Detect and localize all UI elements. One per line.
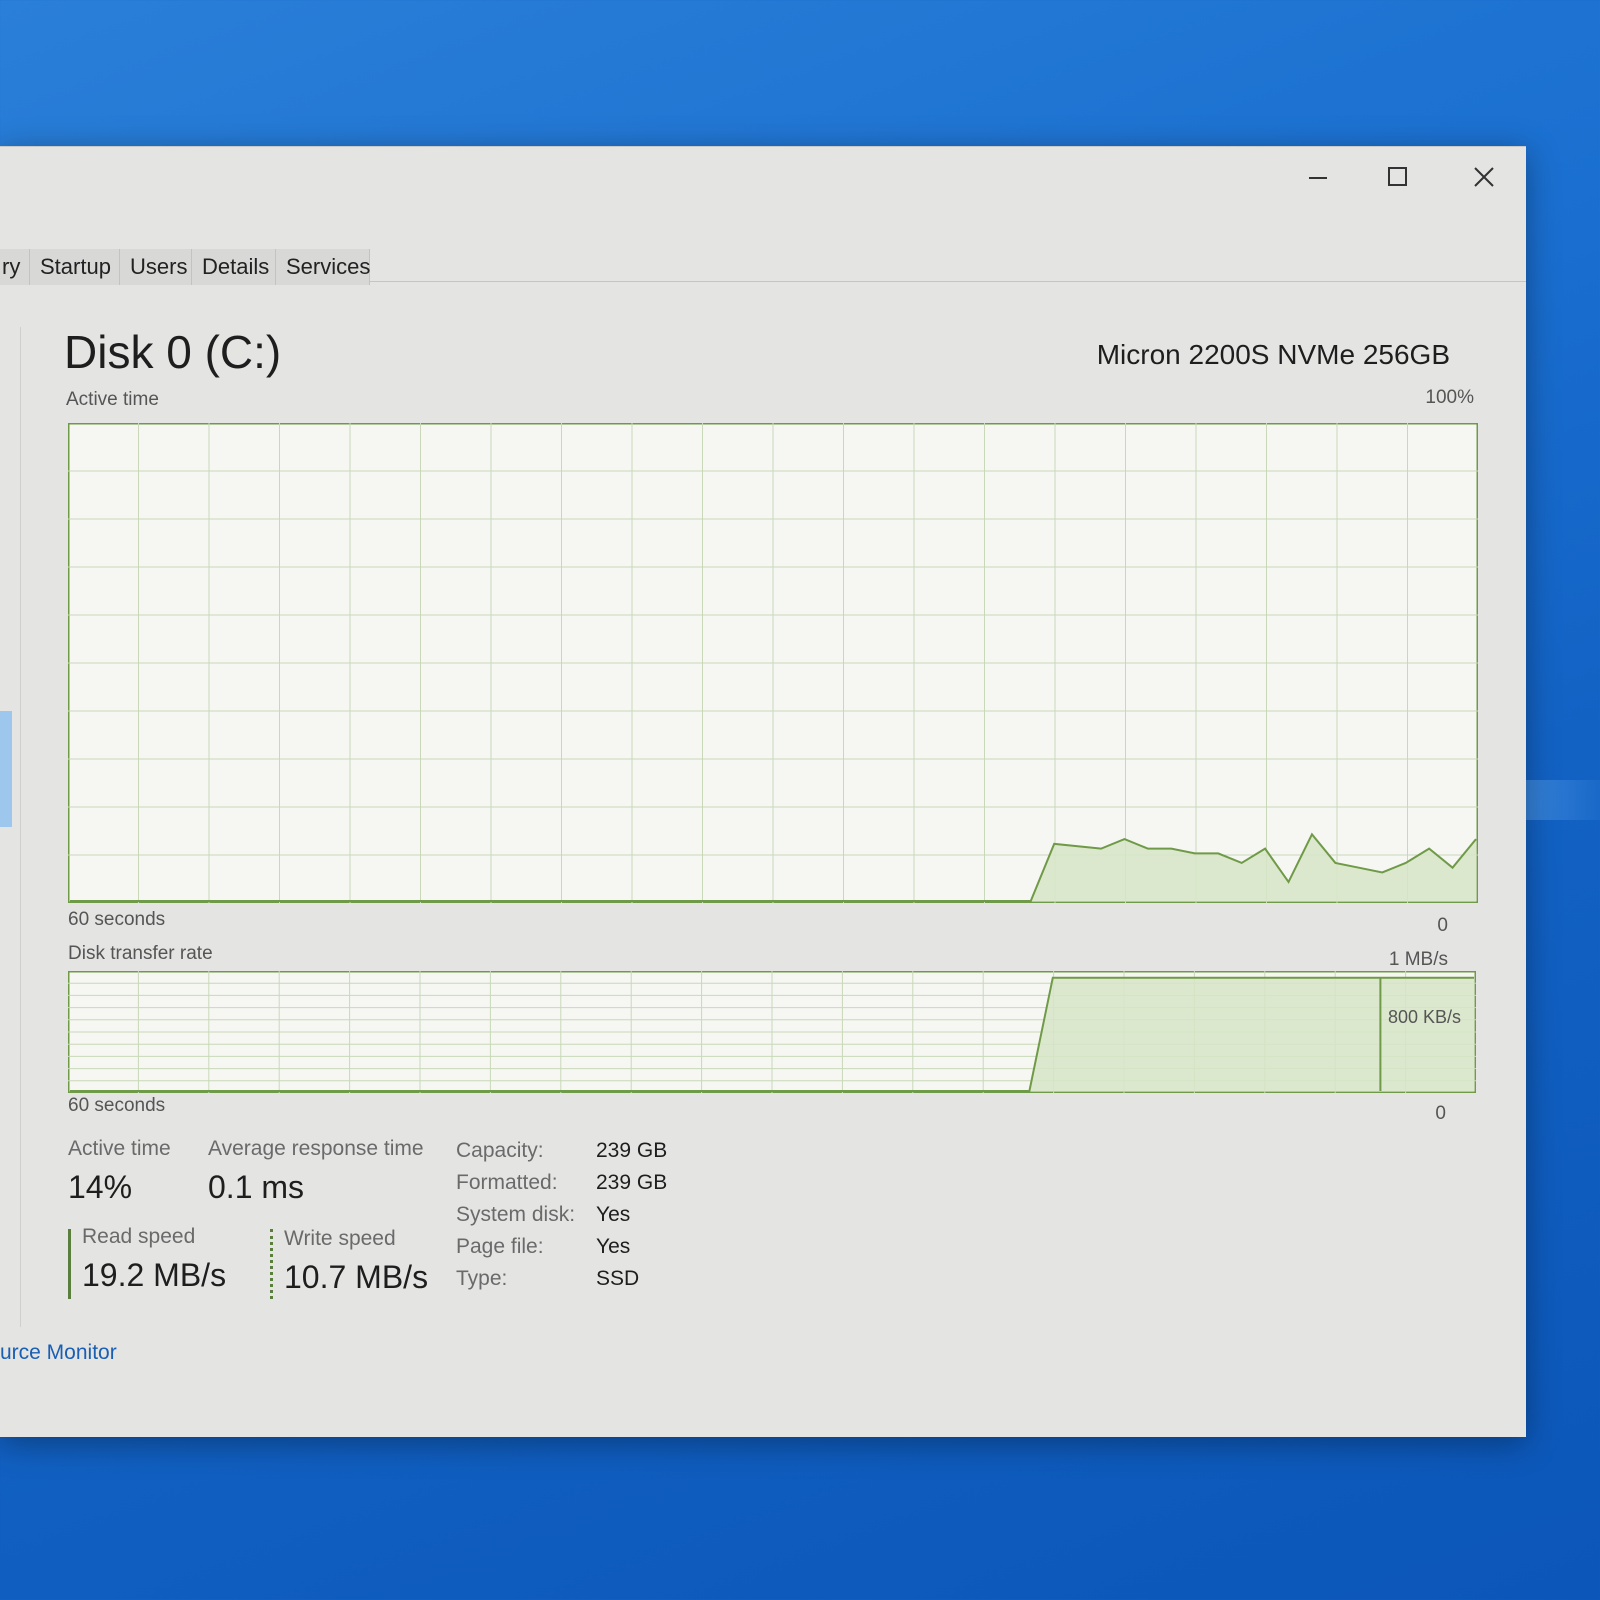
- system-disk-value: Yes: [596, 1203, 631, 1226]
- read-speed-value: 19.2 MB/s: [82, 1257, 227, 1293]
- sidebar: [0, 327, 21, 1327]
- transfer-rate-graph-label: Disk transfer rate: [68, 943, 213, 964]
- transfer-rate-mid-label: 800 KB/s: [1388, 1007, 1462, 1027]
- capacity-label: Capacity:: [456, 1139, 544, 1162]
- read-speed-legend-bar: [68, 1229, 71, 1299]
- transfer-rate-graph: [68, 971, 1476, 1093]
- active-time-graph: [68, 423, 1478, 903]
- minimize-icon: [1309, 177, 1327, 179]
- page-file-value: Yes: [596, 1235, 631, 1258]
- active-time-min-label: 0: [1437, 915, 1448, 936]
- transfer-rate-min-label: 0: [1435, 1103, 1446, 1124]
- avg-response-stat-label: Average response time: [208, 1137, 424, 1160]
- formatted-value: 239 GB: [596, 1171, 668, 1194]
- active-time-window-label: 60 seconds: [68, 909, 166, 930]
- tab-memory-partial[interactable]: ry: [0, 249, 30, 285]
- active-time-stat-value: 14%: [68, 1169, 133, 1205]
- transfer-rate-max-label: 1 MB/s: [1388, 949, 1448, 970]
- system-disk-label: System disk:: [456, 1203, 576, 1226]
- active-time-graph-label: Active time: [66, 389, 159, 410]
- write-speed-value: 10.7 MB/s: [284, 1259, 429, 1295]
- capacity-value: 239 GB: [596, 1139, 668, 1162]
- formatted-label: Formatted:: [456, 1171, 558, 1194]
- disk-model: Micron 2200S NVMe 256GB: [1096, 339, 1450, 370]
- sidebar-selected-item[interactable]: [0, 711, 12, 827]
- transfer-rate-window-label: 60 seconds: [68, 1095, 166, 1116]
- close-icon: [1474, 167, 1494, 187]
- maximize-icon: [1388, 167, 1407, 186]
- tab-services[interactable]: Services: [276, 249, 370, 285]
- page-file-label: Page file:: [456, 1235, 544, 1258]
- type-value: SSD: [596, 1267, 640, 1290]
- type-label: Type:: [456, 1267, 508, 1290]
- active-time-max-label: 100%: [1425, 387, 1474, 408]
- title-bar: [0, 147, 1526, 237]
- write-speed-legend-bar: [270, 1229, 273, 1299]
- maximize-button[interactable]: [1370, 159, 1426, 195]
- avg-response-stat-value: 0.1 ms: [208, 1169, 305, 1205]
- tab-users[interactable]: Users: [120, 249, 192, 285]
- close-button[interactable]: [1456, 159, 1512, 195]
- tab-details[interactable]: Details: [192, 249, 276, 285]
- minimize-button[interactable]: [1290, 159, 1346, 195]
- tab-startup[interactable]: Startup: [30, 249, 120, 285]
- write-speed-label: Write speed: [284, 1227, 396, 1250]
- read-speed-label: Read speed: [82, 1225, 196, 1248]
- active-time-stat-label: Active time: [68, 1137, 171, 1160]
- resource-monitor-link[interactable]: urce Monitor: [0, 1341, 117, 1365]
- page-title: Disk 0 (C:): [64, 326, 282, 378]
- task-manager-window: ry Startup Users Details Services Disk 0…: [0, 146, 1526, 1437]
